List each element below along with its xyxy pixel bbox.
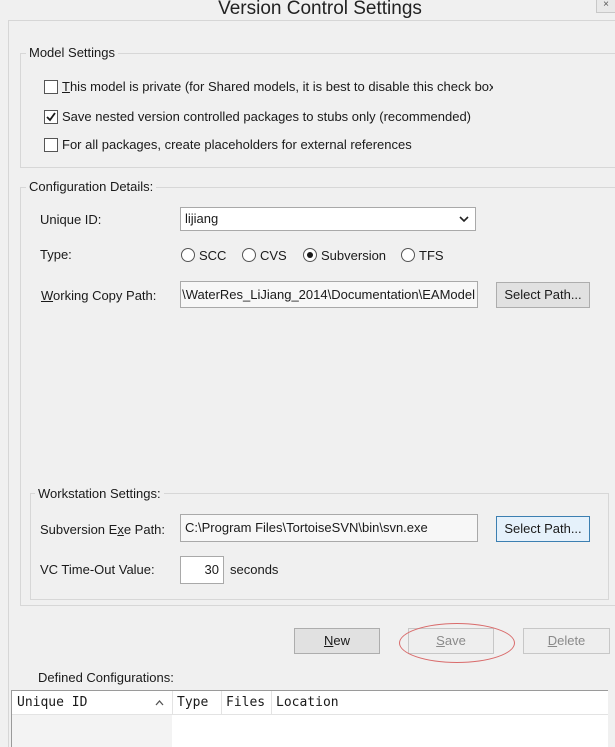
workstation-legend: Workstation Settings: — [35, 486, 164, 501]
column-header-unique-id[interactable]: Unique ID — [12, 691, 172, 714]
window-title: Version Control Settings — [218, 0, 422, 18]
workstation-group — [30, 493, 609, 600]
private-model-checkbox[interactable] — [44, 80, 58, 94]
svn-exe-path-value: C:\Program Files\TortoiseSVN\bin\svn.exe — [185, 520, 428, 535]
placeholders-checkbox[interactable] — [44, 138, 58, 152]
type-radio-subversion[interactable] — [303, 248, 317, 262]
save-button[interactable]: Save — [408, 628, 494, 654]
unique-id-value: lijiang — [185, 211, 219, 226]
type-label: Type: — [40, 247, 72, 262]
type-radio-tfs[interactable] — [401, 248, 415, 262]
timeout-label: VC Time-Out Value: — [40, 562, 155, 577]
column-separator[interactable] — [172, 691, 173, 714]
unique-id-label: Unique ID: — [40, 212, 102, 227]
working-copy-path-field[interactable]: \WaterRes_LiJiang_2014\Documentation\EAM… — [180, 281, 478, 308]
defined-configurations-label: Defined Configurations: — [38, 670, 174, 685]
nested-stubs-label[interactable]: Save nested version controlled packages … — [62, 109, 471, 124]
type-cvs-label[interactable]: CVS — [260, 248, 287, 263]
working-copy-select-path-button[interactable]: Select Path... — [496, 282, 590, 308]
column-separator[interactable] — [221, 691, 222, 714]
type-subversion-label[interactable]: Subversion — [321, 248, 386, 263]
nested-stubs-checkbox[interactable] — [44, 110, 58, 124]
working-copy-label: Working Copy Path: — [41, 288, 157, 303]
svn-exe-select-path-button[interactable]: Select Path... — [496, 516, 590, 542]
timeout-unit-label: seconds — [230, 562, 279, 577]
type-scc-label[interactable]: SCC — [199, 248, 226, 263]
chevron-down-icon — [459, 216, 469, 223]
private-model-label[interactable]: This model is private (for Shared models… — [62, 79, 493, 94]
column-header-files[interactable]: Files — [226, 691, 265, 714]
timeout-value: 30 — [204, 562, 219, 577]
model-settings-legend: Model Settings — [26, 45, 118, 60]
close-button[interactable]: × — [596, 0, 615, 13]
close-icon: × — [603, 0, 609, 10]
checkmark-icon — [46, 112, 56, 122]
svn-exe-path-field[interactable]: C:\Program Files\TortoiseSVN\bin\svn.exe — [180, 514, 478, 542]
working-copy-path-value: \WaterRes_LiJiang_2014\Documentation\EAM… — [182, 287, 475, 302]
sort-ascending-icon — [155, 700, 164, 706]
delete-button[interactable]: Delete — [523, 628, 610, 654]
column-header-location[interactable]: Location — [276, 691, 339, 714]
new-button[interactable]: New — [294, 628, 380, 654]
column-header-unique-id-label: Unique ID — [17, 695, 88, 710]
unique-id-select[interactable]: lijiang — [180, 207, 476, 231]
svn-exe-label: Subversion Exe Path: — [40, 522, 166, 537]
placeholders-label[interactable]: For all packages, create placeholders fo… — [62, 137, 412, 152]
column-header-type[interactable]: Type — [177, 691, 208, 714]
timeout-input[interactable]: 30 — [180, 556, 224, 584]
type-radio-cvs[interactable] — [242, 248, 256, 262]
configurations-list[interactable]: Unique ID Type Files Location — [11, 690, 608, 747]
selected-row-highlight[interactable] — [12, 715, 172, 747]
configuration-legend: Configuration Details: — [26, 179, 157, 194]
type-tfs-label[interactable]: TFS — [419, 248, 444, 263]
column-separator[interactable] — [271, 691, 272, 714]
type-radio-scc[interactable] — [181, 248, 195, 262]
